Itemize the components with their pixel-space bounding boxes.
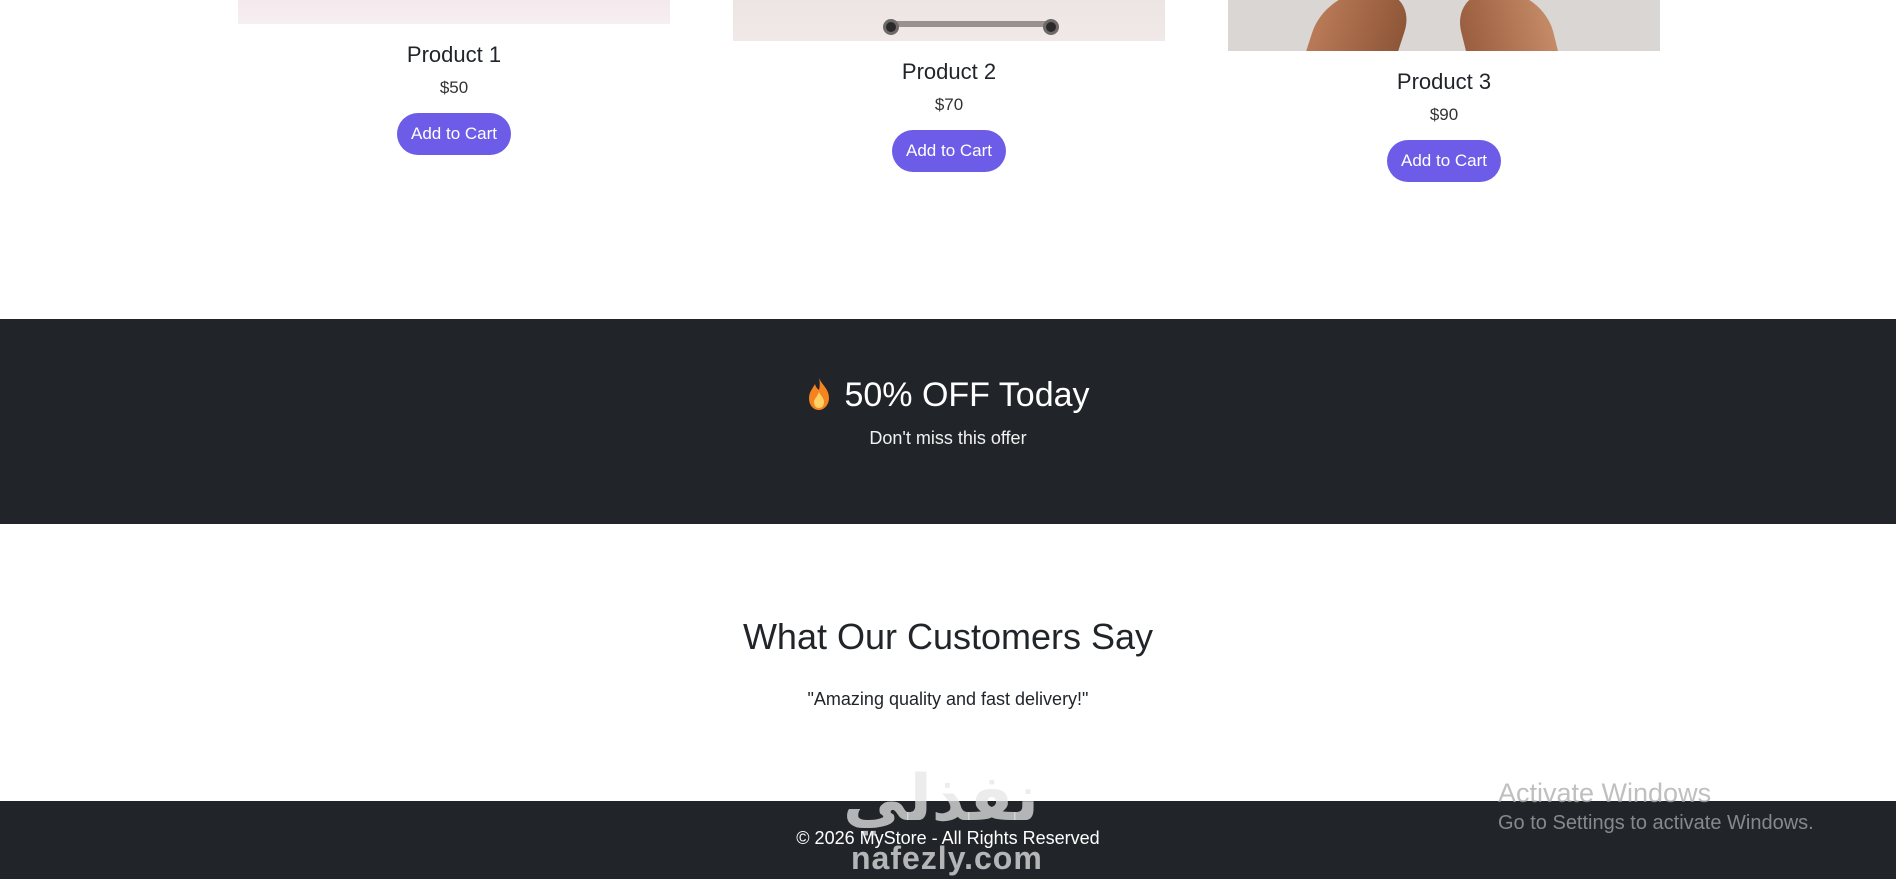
product-card: Product 1 $50 Add to Cart [238,0,670,155]
add-to-cart-button[interactable]: Add to Cart [1387,140,1501,182]
product-price: $70 [934,95,964,114]
product-image[interactable] [238,0,670,24]
promo-title: 50% OFF Today [0,375,1896,415]
add-to-cart-button[interactable]: Add to Cart [397,113,511,155]
product-card: Product 3 $90 Add to Cart [1228,0,1660,182]
product-image[interactable] [1228,0,1660,51]
product-name: Product 1 [406,42,502,67]
windows-activation-notice: Activate Windows Go to Settings to activ… [1498,776,1814,836]
promo-banner: 50% OFF Today Don't miss this offer [0,319,1896,524]
testimonial-quote: "Amazing quality and fast delivery!" [807,689,1089,709]
product-price: $90 [1429,105,1459,124]
product-photo-detail [1451,0,1561,51]
promo-subtitle: Don't miss this offer [869,428,1027,448]
page: Product 1 $50 Add to Cart Product 2 $70 … [0,0,1896,879]
activation-subtitle: Go to Settings to activate Windows. [1498,812,1814,834]
product-price: $50 [439,78,469,97]
wheel-icon [1043,19,1059,35]
product-photo-detail [893,21,1053,27]
product-name: Product 3 [1396,69,1492,94]
wheel-icon [883,19,899,35]
product-image[interactable] [733,0,1165,41]
fire-icon [809,378,830,410]
activation-title: Activate Windows [1498,778,1712,808]
testimonials-title: What Our Customers Say [742,616,1154,657]
promo-title-text: 50% OFF Today [844,376,1090,414]
product-photo-detail [1302,0,1418,51]
product-card: Product 2 $70 Add to Cart [733,0,1165,172]
testimonials-section: What Our Customers Say "Amazing quality … [0,524,1896,801]
add-to-cart-button[interactable]: Add to Cart [892,130,1006,172]
product-name: Product 2 [901,59,997,84]
products-section: Product 1 $50 Add to Cart Product 2 $70 … [0,0,1896,319]
